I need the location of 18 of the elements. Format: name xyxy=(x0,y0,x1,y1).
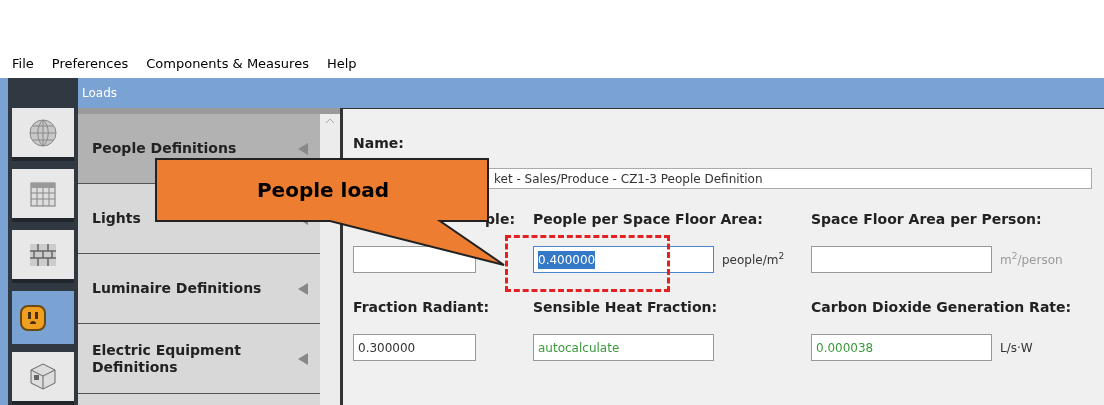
unit-label: m$^{2}$/person xyxy=(1000,250,1063,269)
field-label: Carbon Dioxide Generation Rate: xyxy=(811,298,1072,317)
field-label: Name: xyxy=(353,134,405,153)
sidebar-label: Lights xyxy=(92,210,142,227)
field-label: Sensible Heat Fraction: xyxy=(533,298,718,317)
field-label: Space Floor Area per Person: xyxy=(811,210,1042,229)
field-value: 0.400000 xyxy=(538,250,596,269)
field-value: autocalculate xyxy=(538,339,620,357)
field-value: 0.000038 xyxy=(816,339,874,357)
panel-title: Loads xyxy=(82,85,118,102)
field-value: 0.300000 xyxy=(358,339,416,357)
sidebar-label: Electric Equipment Definitions xyxy=(92,341,242,376)
unit-label: people/m$^{2}$ xyxy=(722,250,785,269)
sidebar-label: Luminaire Definitions xyxy=(92,280,263,297)
field-label: People per Space Floor Area: xyxy=(533,210,763,229)
sidebar-label: People Definitions xyxy=(92,140,238,157)
field-label: Fraction Radiant: xyxy=(353,298,490,317)
unit-label: L/s·W xyxy=(1000,339,1033,357)
